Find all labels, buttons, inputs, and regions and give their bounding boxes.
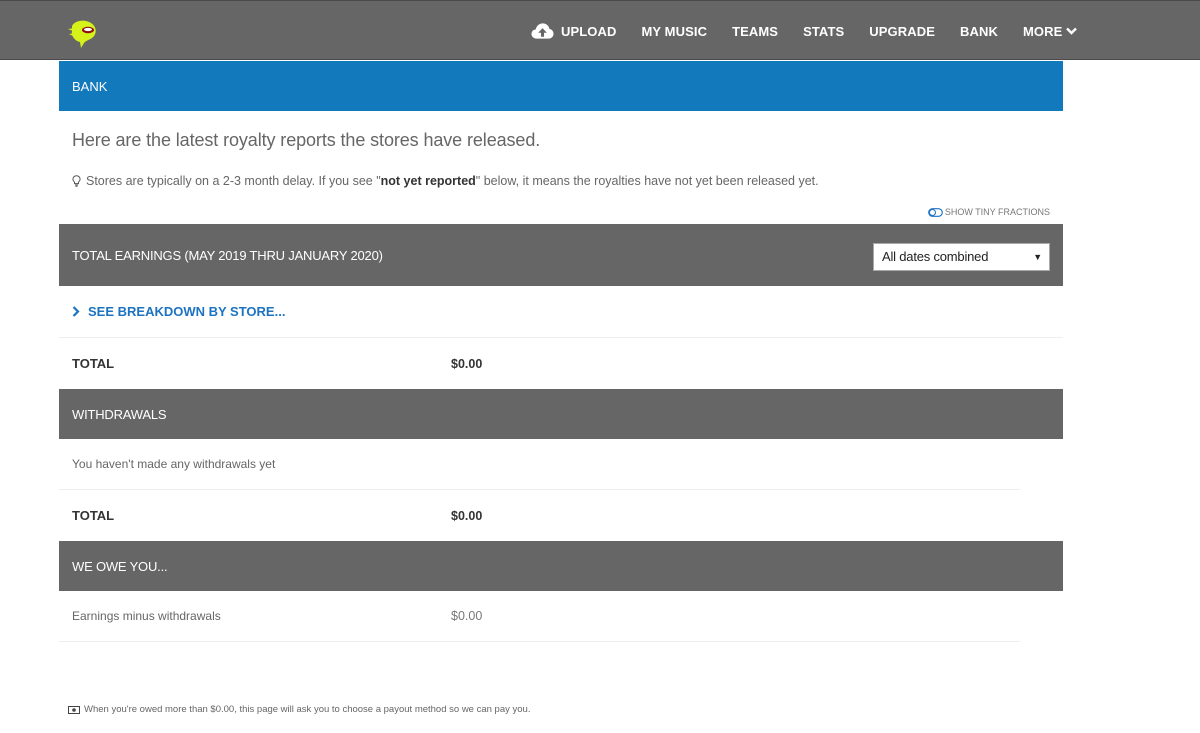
owe-label: Earnings minus withdrawals <box>72 609 221 623</box>
footnote-text: When you're owed more than $0.00, this p… <box>84 704 531 715</box>
nav-teams[interactable]: TEAMS <box>732 24 778 39</box>
nav-menu: UPLOAD MY MUSIC TEAMS STATS UPGRADE BANK… <box>531 1 1078 61</box>
date-range-select[interactable]: All dates combined ▼ <box>873 242 1050 271</box>
nav-upgrade[interactable]: UPGRADE <box>869 24 935 39</box>
tip-emphasis: not yet reported <box>380 174 476 188</box>
owe-row: Earnings minus withdrawals $0.00 <box>59 591 1020 642</box>
page-title: BANK <box>72 78 108 94</box>
earnings-header: TOTAL EARNINGS (MAY 2019 THRU JANUARY 20… <box>59 224 1063 286</box>
nav-more-label: MORE <box>1022 23 1063 39</box>
withdrawals-empty-text: You haven't made any withdrawals yet <box>72 457 276 471</box>
withdrawals-total-value: $0.00 <box>451 508 483 523</box>
date-range-value: All dates combined <box>882 249 989 264</box>
earnings-total-value: $0.00 <box>451 356 483 371</box>
nav-my-music[interactable]: MY MUSIC <box>642 24 708 39</box>
caret-down-icon: ▼ <box>1033 251 1042 262</box>
breakdown-row: SEE BREAKDOWN BY STORE... <box>59 286 1063 338</box>
withdrawals-empty-row: You haven't made any withdrawals yet <box>59 439 1020 490</box>
show-tiny-fractions-toggle[interactable]: SHOW TINY FRACTIONS <box>59 191 1063 224</box>
nav-more[interactable]: MORE <box>1022 23 1078 39</box>
top-navbar: UPLOAD MY MUSIC TEAMS STATS UPGRADE BANK… <box>0 0 1200 60</box>
earnings-total-row: TOTAL $0.00 <box>59 338 1063 389</box>
intro-text: Here are the latest royalty reports the … <box>72 130 541 150</box>
earnings-title: TOTAL EARNINGS (MAY 2019 THRU JANUARY 20… <box>72 247 383 263</box>
nav-upload-label: UPLOAD <box>561 23 617 39</box>
delay-tip: Stores are typically on a 2-3 month dela… <box>59 171 1063 191</box>
bank-content: BANK Here are the latest royalty reports… <box>59 61 1063 642</box>
tip-text-end: " below, it means the royalties have not… <box>475 174 819 188</box>
page-header: BANK <box>59 61 1063 111</box>
see-breakdown-link[interactable]: SEE BREAKDOWN BY STORE... <box>72 304 285 319</box>
withdrawals-total-row: TOTAL $0.00 <box>59 490 1063 541</box>
see-breakdown-label: SEE BREAKDOWN BY STORE... <box>88 304 286 319</box>
nav-bank[interactable]: BANK <box>960 24 998 39</box>
owe-value: $0.00 <box>451 609 483 623</box>
money-icon <box>68 705 80 714</box>
earnings-total-label: TOTAL <box>72 356 115 371</box>
logo-icon[interactable] <box>68 17 100 49</box>
tiny-fractions-label: SHOW TINY FRACTIONS <box>944 207 1050 217</box>
withdrawals-header: WITHDRAWALS <box>59 389 1063 439</box>
payout-footnote: When you're owed more than $0.00, this p… <box>68 704 530 715</box>
withdrawals-title: WITHDRAWALS <box>72 406 167 422</box>
toggle-icon <box>927 208 943 217</box>
owe-header: WE OWE YOU... <box>59 541 1063 591</box>
lightbulb-icon <box>72 175 81 187</box>
owe-title: WE OWE YOU... <box>72 558 168 574</box>
cloud-upload-icon <box>531 23 554 39</box>
nav-stats[interactable]: STATS <box>803 24 844 39</box>
withdrawals-total-label: TOTAL <box>72 508 115 523</box>
nav-upload[interactable]: UPLOAD <box>531 22 617 40</box>
chevron-right-icon <box>72 306 80 317</box>
chevron-down-icon <box>1066 27 1078 35</box>
tip-text-start: Stores are typically on a 2-3 month dela… <box>86 174 381 188</box>
